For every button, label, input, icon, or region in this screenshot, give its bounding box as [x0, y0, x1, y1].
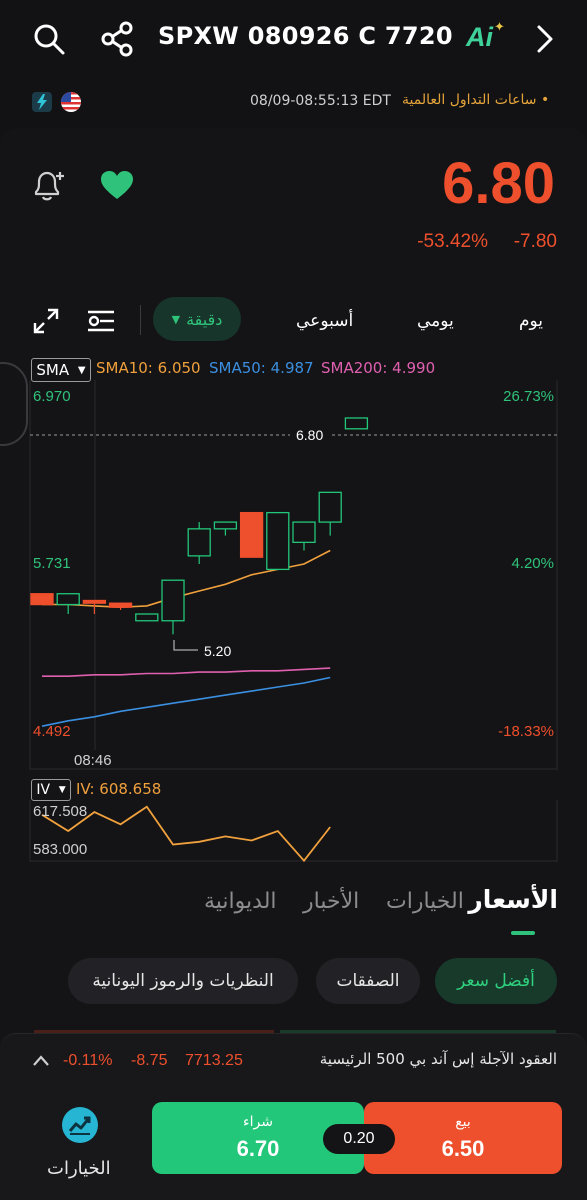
us-flag-icon [61, 92, 81, 112]
ticker-title: SPXW 080926 C 7720 [158, 22, 453, 50]
timeframe-minute-dropdown[interactable]: ▼ دقيقة [153, 297, 241, 341]
options-shortcut-button[interactable]: الخيارات [40, 1102, 124, 1182]
timeframe-weekly[interactable]: أسبوعي [296, 311, 353, 331]
tab-indicator [511, 931, 535, 935]
candle-body [344, 417, 369, 430]
x-axis-tick: 08:46 [74, 752, 112, 769]
options-shortcut-label: الخيارات [47, 1158, 111, 1179]
candle-body [239, 511, 264, 558]
price-change-percent: -53.42% [417, 231, 488, 252]
chart-settings-icon[interactable] [86, 309, 116, 333]
caret-down-icon: ▼ [58, 785, 66, 795]
y-axis-high: 6.970 [33, 388, 71, 405]
last-price: 6.80 [442, 151, 555, 216]
share-icon[interactable] [100, 21, 134, 57]
candle-body [213, 521, 238, 530]
bell-plus-icon[interactable] [30, 168, 66, 204]
candle-body [266, 511, 290, 571]
y-axis-mid-pct: 4.20% [511, 555, 554, 572]
candle-body [318, 491, 342, 523]
candle-body [135, 613, 159, 622]
iv-chart [29, 800, 558, 862]
indicator-selector-label: SMA [36, 361, 70, 379]
candle-body [187, 528, 211, 557]
timeframe-day[interactable]: يوم [519, 311, 543, 331]
y-axis-low: 4.492 [33, 723, 71, 740]
iv-selector-label: IV [36, 782, 51, 798]
timeframe-daily[interactable]: يومي [417, 311, 454, 331]
last-price-label: 6.80 [296, 427, 323, 443]
options-chart-icon [62, 1107, 98, 1143]
y-axis-low-pct: -18.33% [498, 723, 554, 740]
timeframe-minute-label: دقيقة [186, 309, 223, 329]
fullscreen-icon[interactable] [33, 308, 59, 334]
chevron-up-icon[interactable] [32, 1054, 50, 1068]
caret-down-icon: ▼ [77, 364, 86, 376]
tab-prices[interactable]: الأسعار [468, 885, 558, 914]
y-axis-mid: 5.731 [33, 555, 71, 572]
candle-body [82, 599, 107, 604]
sma200-line [42, 667, 331, 678]
search-icon[interactable] [32, 22, 66, 56]
favorite-heart-icon[interactable] [100, 170, 134, 200]
low-marker-line [173, 640, 198, 651]
candle-body [108, 602, 133, 608]
low-marker-label: 5.20 [204, 643, 231, 659]
candle-body [30, 593, 54, 606]
iv-axis-high: 617.508 [33, 803, 88, 820]
candle-body [56, 593, 80, 606]
dropdown-caret-icon: ▼ [171, 312, 181, 326]
futures-change: -8.75 [131, 1052, 168, 1069]
y-axis-high-pct: 26.73% [503, 388, 554, 405]
tab-news[interactable]: الأخبار [303, 889, 359, 914]
ai-assistant-button[interactable]: Ai ✦ [466, 20, 505, 56]
iv-axis-low: 583.000 [33, 841, 88, 858]
iv-value: IV: 608.658 [76, 780, 162, 798]
ai-icon: Ai [466, 22, 493, 52]
trading-session: ساعات التداول العالمية • [402, 92, 550, 108]
chip-trades[interactable]: الصفقات [316, 958, 420, 1004]
sma50-line [41, 676, 331, 727]
futures-change-percent: -0.11% [63, 1052, 113, 1069]
sell-label: بيع [455, 1114, 471, 1130]
quote-timestamp: 08/09-08:55:13 EDT [250, 93, 391, 109]
sma10-label: SMA10: 6.050 [96, 359, 201, 377]
futures-name[interactable]: العقود الآجلة إس آند بي 500 الرئيسية [320, 1050, 557, 1068]
chip-best-price[interactable]: أفضل سعر [435, 958, 557, 1004]
futures-price: 7713.25 [185, 1052, 243, 1069]
tab-journal[interactable]: الديوانية [204, 889, 277, 914]
divider [140, 305, 141, 335]
iv-selector[interactable]: IV ▼ [31, 779, 71, 801]
candlestick-chart[interactable]: 6.80 5.20 [0, 380, 587, 770]
price-change: -7.80 [513, 231, 557, 252]
candle-body [161, 579, 185, 622]
tab-options[interactable]: الخيارات [386, 889, 464, 914]
top-bar: SPXW 080926 C 7720 Ai ✦ [0, 0, 587, 80]
bid-ask-spread: 0.20 [323, 1124, 395, 1154]
sma50-label: SMA50: 4.987 [209, 359, 314, 377]
sma200-label: SMA200: 4.990 [321, 359, 436, 377]
chip-greeks[interactable]: النظريات والرموز اليونانية [68, 958, 298, 1004]
sparkle-icon: ✦ [494, 20, 505, 35]
chevron-right-icon[interactable] [534, 24, 556, 54]
candle-body [292, 521, 316, 544]
indicator-selector[interactable]: SMA ▼ [31, 358, 91, 382]
lightning-icon [32, 92, 52, 112]
